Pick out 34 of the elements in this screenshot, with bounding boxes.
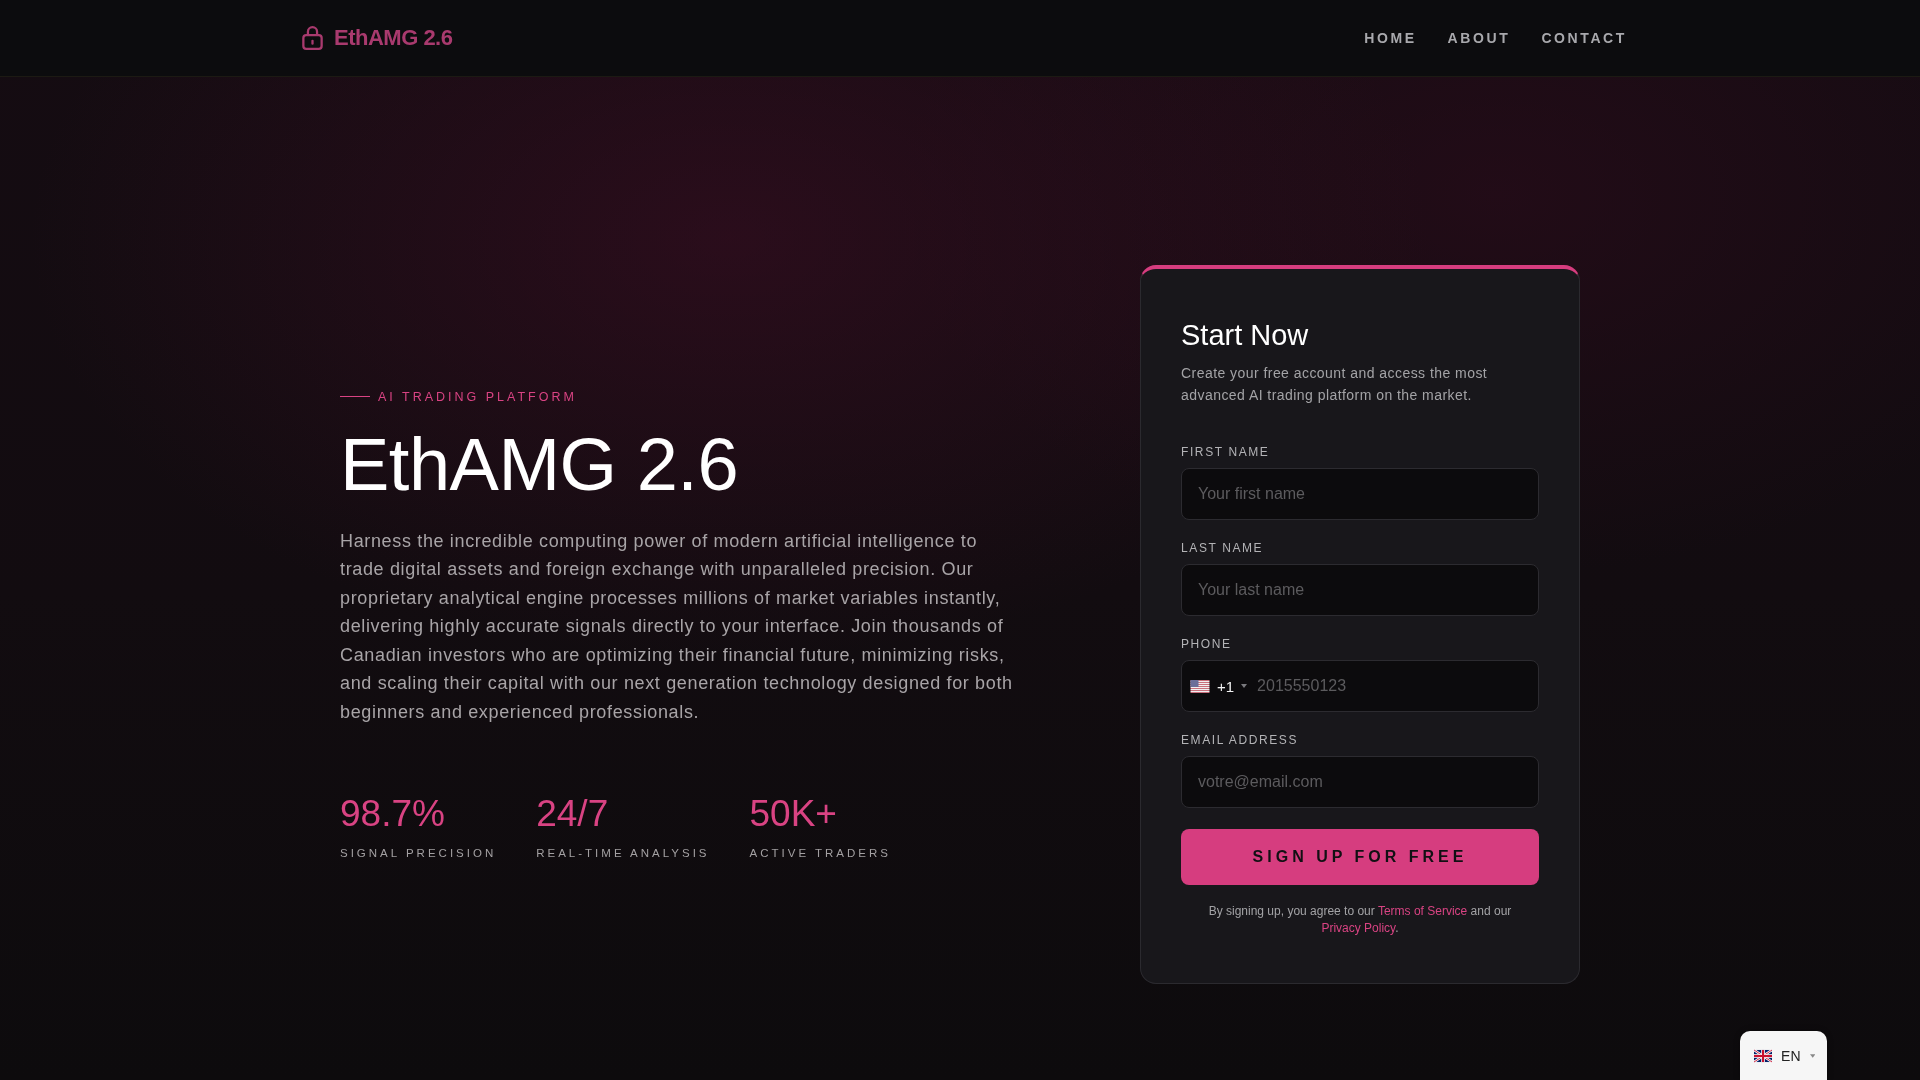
input-field[interactable]: Your first name [1181, 468, 1539, 521]
lock-icon [302, 26, 323, 50]
stat-label: ACTIVE TRADERS [749, 847, 891, 860]
phone-field[interactable]: +1 2015550123 [1181, 660, 1539, 713]
legal-link[interactable]: Privacy Policy [1321, 921, 1396, 936]
field-label: PHONE [1181, 637, 1233, 652]
hero-title: EthAMG 2.6 [340, 423, 740, 507]
legal-link[interactable]: Terms of Service [1377, 904, 1468, 919]
field-label: LAST NAME [1181, 541, 1265, 556]
nav-link[interactable]: ABOUT [1447, 30, 1511, 46]
input-field[interactable]: Your last name [1181, 564, 1539, 617]
nav-link[interactable]: HOME [1364, 30, 1417, 46]
flag-icon [1190, 679, 1210, 693]
submit-button[interactable]: SIGN UP FOR FREE [1181, 829, 1539, 886]
legal-text: By signing up, you agree to our Terms of Service and our Privacy Policy. [1207, 903, 1513, 938]
stat-value: 50K+ [749, 793, 838, 835]
stat-label: REAL-TIME ANALYSIS [536, 847, 710, 860]
country-code-selector[interactable]: +1 [1190, 677, 1258, 695]
form-subtitle: Create your free account and access the most advanced AI trading platform on the market. [1181, 364, 1489, 406]
flag-icon [1754, 1048, 1773, 1063]
language-selector[interactable]: EN [1740, 1031, 1827, 1080]
caret-icon [1809, 1053, 1815, 1058]
stat-value: 98.7% [340, 793, 446, 835]
eyebrow-text: AI TRADING PLATFORM [378, 389, 577, 404]
nav-link[interactable]: CONTACT [1541, 30, 1627, 46]
hero-description: Harness the incredible computing power of modern artificial intelligence to trade digital assets and foreign exchange with unparalleled precision. Our proprietary analytical engine processes millions of market variables instantly, delivering highly accurate signals directly to your interface. Join thousands of Canadian investors who are optimizing their financial future, minimizing risks, and scaling their capital with our next generation technology designed for both beginners and experienced professionals. [340, 529, 1014, 725]
accent-line [340, 396, 370, 398]
field-label: FIRST NAME [1181, 445, 1271, 460]
caret-icon [1241, 684, 1248, 689]
stat-value: 24/7 [536, 793, 610, 835]
stat-label: SIGNAL PRECISION [340, 847, 497, 860]
input-field[interactable]: votre@email.com [1181, 756, 1539, 809]
field-label: EMAIL ADDRESS [1181, 733, 1300, 748]
form-title: Start Now [1181, 317, 1310, 353]
